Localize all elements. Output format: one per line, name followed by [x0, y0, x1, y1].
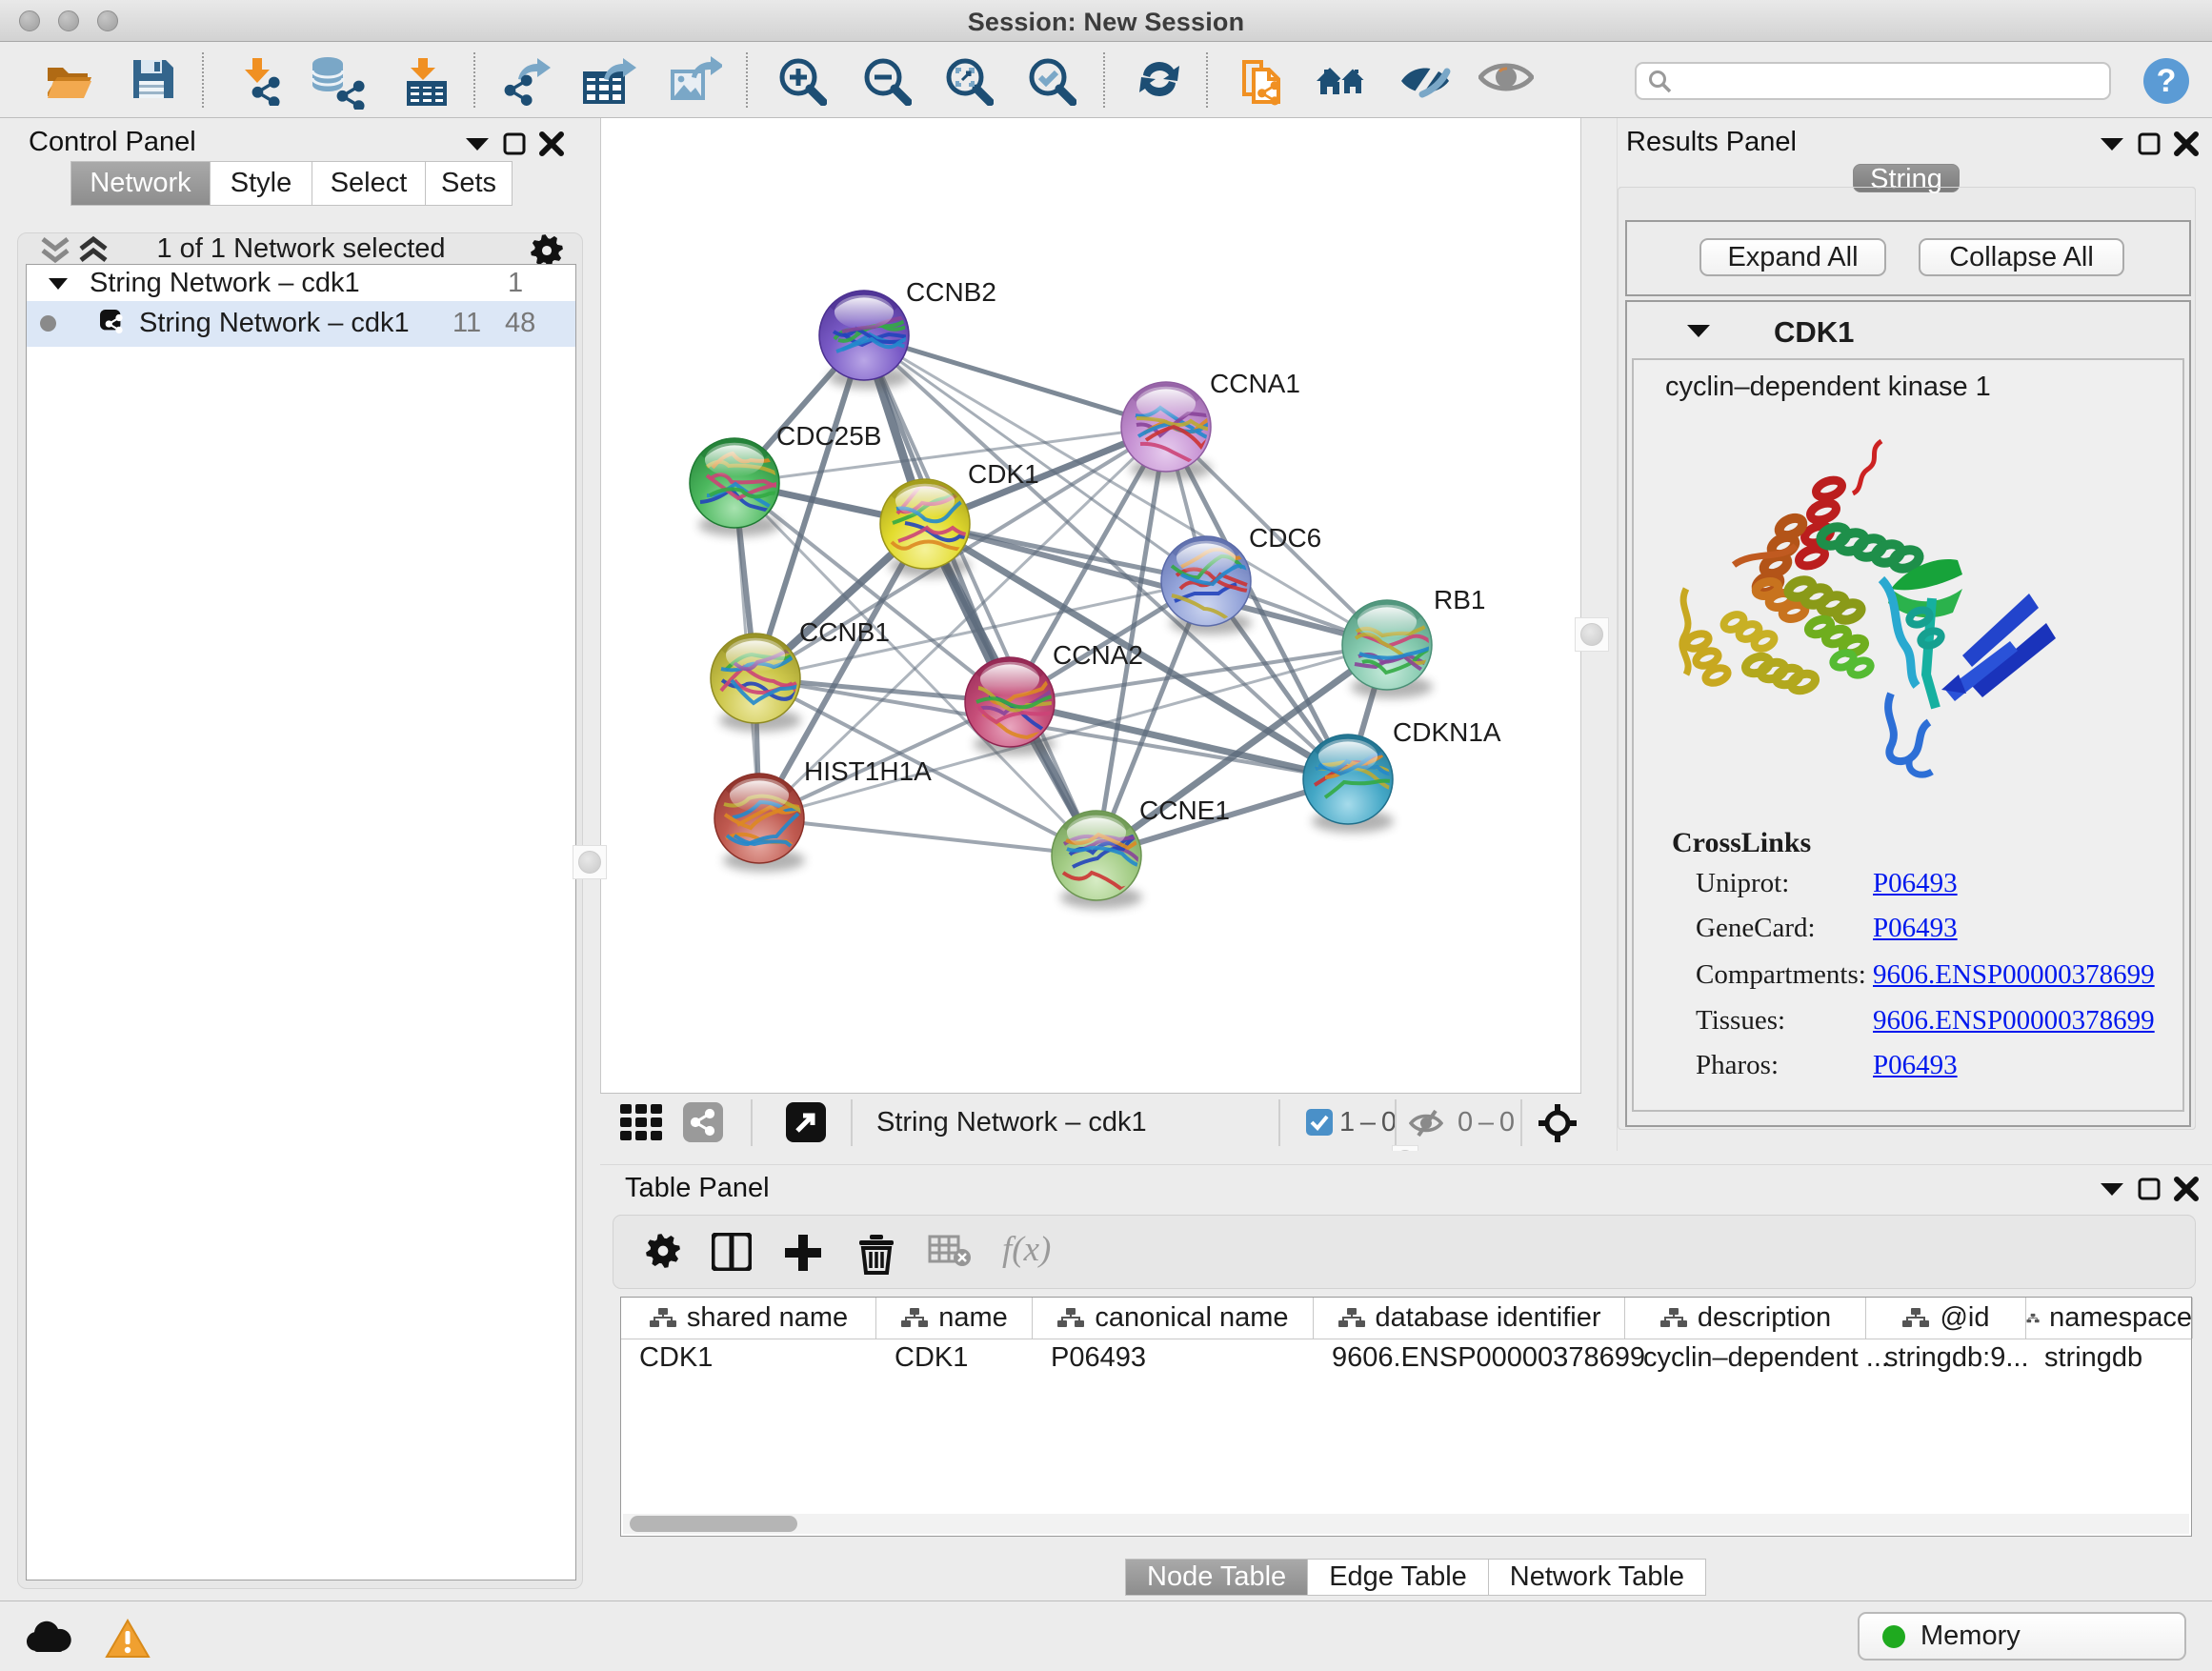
svg-text:CDC6: CDC6	[1249, 523, 1321, 553]
svg-text:HIST1H1A: HIST1H1A	[804, 756, 932, 786]
svg-text:CCNE1: CCNE1	[1139, 795, 1230, 825]
svg-text:CCNA1: CCNA1	[1210, 369, 1300, 398]
svg-text:CCNB2: CCNB2	[906, 277, 996, 307]
svg-text:CDK1: CDK1	[968, 459, 1039, 489]
svg-text:CCNB1: CCNB1	[799, 617, 890, 647]
svg-text:CCNA2: CCNA2	[1053, 640, 1143, 670]
svg-text:CDKN1A: CDKN1A	[1393, 717, 1501, 747]
svg-text:RB1: RB1	[1434, 585, 1485, 614]
svg-text:CDC25B: CDC25B	[776, 421, 881, 451]
svg-text:?: ?	[2157, 63, 2177, 99]
